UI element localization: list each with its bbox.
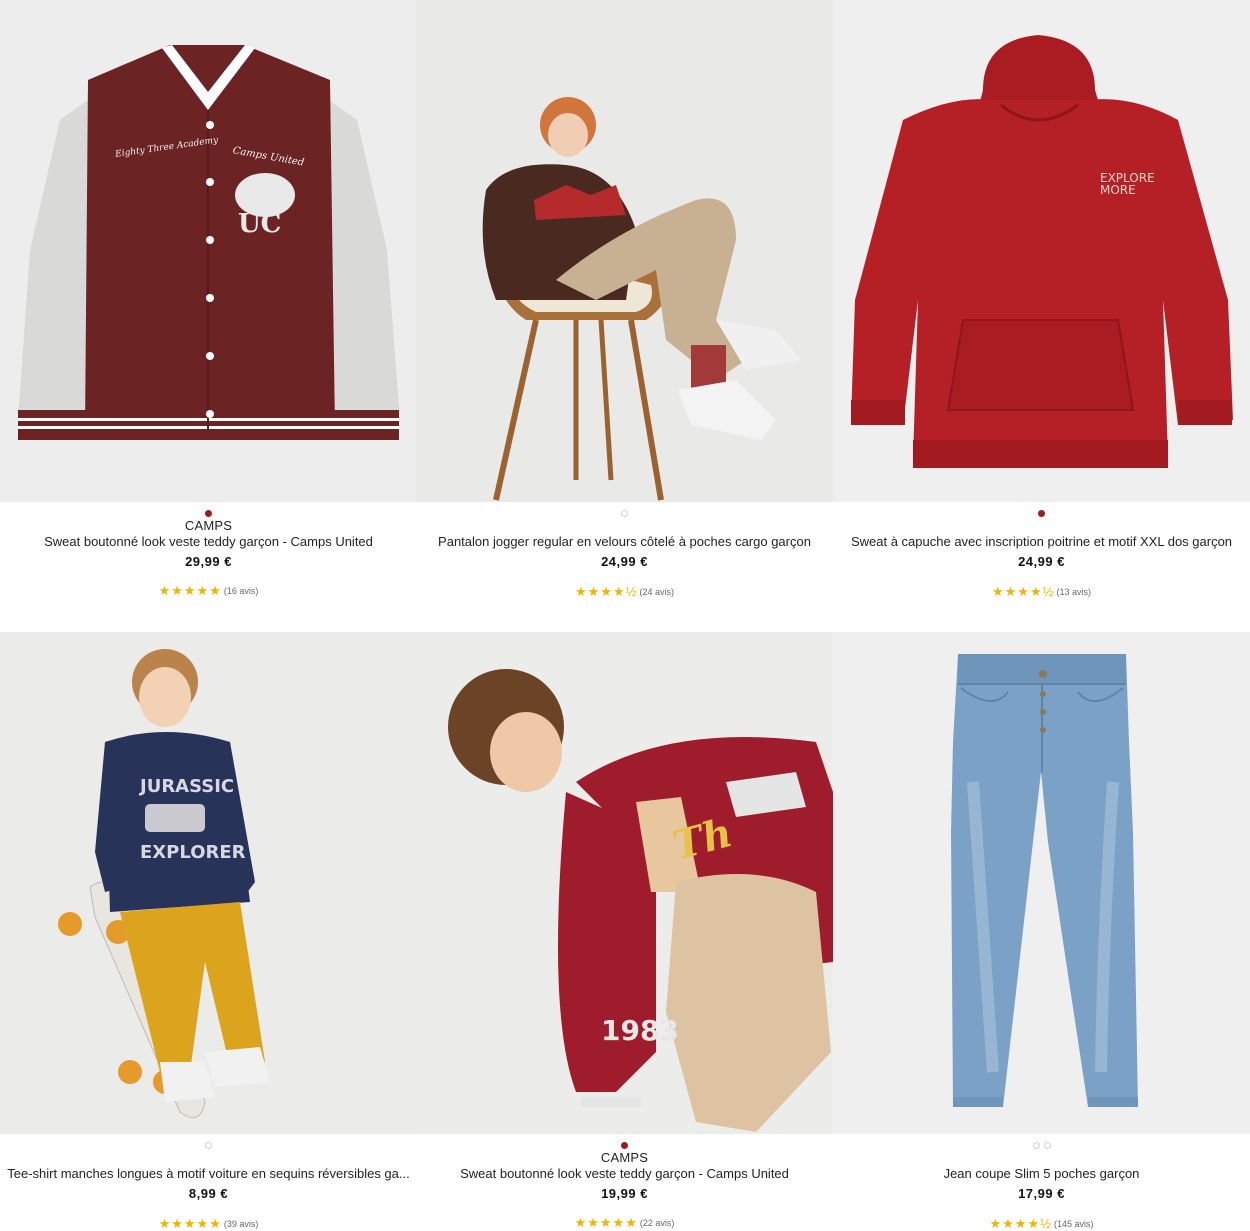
carousel-dot[interactable]: [205, 510, 212, 518]
carousel-dot[interactable]: [205, 1142, 212, 1150]
product-price: 19,99 €: [601, 1186, 648, 1201]
review-count[interactable]: (39 avis): [224, 1219, 259, 1229]
product-grid: Eighty Three Academy Camps United UC CAM…: [0, 0, 1250, 1231]
carousel-dot[interactable]: [1043, 1142, 1051, 1150]
star-rating-icon: ★★★★½: [992, 584, 1055, 599]
product-card[interactable]: Eighty Three Academy Camps United UC CAM…: [0, 0, 417, 631]
product-price: 24,99 €: [601, 554, 648, 569]
carousel-dot[interactable]: [1032, 1142, 1040, 1150]
product-image[interactable]: EXPLORE MORE: [833, 0, 1250, 502]
product-card[interactable]: Jean coupe Slim 5 poches garçon 17,99 € …: [833, 632, 1250, 1231]
review-count[interactable]: (13 avis): [1056, 587, 1091, 597]
carousel-dots[interactable]: [833, 505, 1250, 518]
product-title[interactable]: Sweat boutonné look veste teddy garçon -…: [416, 1166, 833, 1182]
carousel-dot[interactable]: [621, 1142, 628, 1150]
product-brand: CAMPS: [184, 518, 233, 533]
product-price: 24,99 €: [1018, 554, 1065, 569]
carousel-dots[interactable]: [833, 1137, 1250, 1150]
product-image[interactable]: JURASSIC EXPLORER: [0, 632, 417, 1134]
product-card[interactable]: Th 1983 CAMPS Sweat boutonné look veste …: [416, 632, 833, 1231]
product-image[interactable]: Eighty Three Academy Camps United UC: [0, 0, 417, 502]
carousel-dot[interactable]: [1038, 510, 1045, 518]
star-rating-icon: ★★★★½: [575, 584, 638, 599]
product-title[interactable]: Jean coupe Slim 5 poches garçon: [833, 1166, 1250, 1182]
carousel-dots[interactable]: [416, 505, 833, 518]
product-brand: [833, 518, 1250, 534]
star-rating-icon: ★★★★★: [158, 1216, 222, 1231]
product-rating: ★★★★½ (24 avis): [416, 585, 833, 599]
carousel-dots[interactable]: [0, 505, 417, 518]
product-image[interactable]: [416, 0, 833, 502]
star-rating-icon: ★★★★★: [158, 583, 222, 598]
product-price: 29,99 €: [185, 554, 232, 569]
carousel-dots[interactable]: [416, 1137, 833, 1150]
product-brand: CAMPS: [600, 1150, 649, 1165]
carousel-dots[interactable]: [0, 1137, 417, 1150]
print-text: EXPLORER: [140, 842, 246, 863]
print-text: UC: [238, 209, 281, 239]
product-price: 8,99 €: [188, 1186, 229, 1201]
product-title[interactable]: Tee-shirt manches longues à motif voitur…: [0, 1166, 417, 1182]
carousel-dot[interactable]: [621, 510, 628, 518]
product-card[interactable]: EXPLORE MORE Sweat à capuche avec inscri…: [833, 0, 1250, 631]
product-card[interactable]: JURASSIC EXPLORER Tee-shirt manches long…: [0, 632, 417, 1231]
print-text: 1983: [601, 1014, 679, 1047]
review-count[interactable]: (22 avis): [640, 1218, 675, 1228]
product-title[interactable]: Pantalon jogger regular en velours côtel…: [416, 534, 833, 550]
product-rating: ★★★★½ (13 avis): [833, 585, 1250, 599]
product-price: 17,99 €: [1018, 1186, 1065, 1201]
review-count[interactable]: (145 avis): [1054, 1219, 1094, 1229]
product-image[interactable]: Th 1983: [416, 632, 833, 1134]
product-rating: ★★★★½ (145 avis): [833, 1217, 1250, 1231]
print-text: MORE: [1100, 183, 1136, 197]
product-brand: [416, 518, 833, 534]
product-title[interactable]: Sweat boutonné look veste teddy garçon -…: [0, 534, 417, 550]
product-card[interactable]: Pantalon jogger regular en velours côtel…: [416, 0, 833, 631]
product-rating: ★★★★★ (22 avis): [416, 1216, 833, 1230]
star-rating-icon: ★★★★½: [989, 1216, 1052, 1231]
product-image[interactable]: [833, 632, 1250, 1134]
review-count[interactable]: (24 avis): [639, 587, 674, 597]
product-title[interactable]: Sweat à capuche avec inscription poitrin…: [833, 534, 1250, 550]
review-count[interactable]: (16 avis): [224, 586, 259, 596]
print-text: JURASSIC: [138, 776, 234, 797]
product-rating: ★★★★★ (39 avis): [0, 1217, 417, 1231]
product-rating: ★★★★★ (16 avis): [0, 584, 417, 598]
star-rating-icon: ★★★★★: [574, 1215, 638, 1230]
